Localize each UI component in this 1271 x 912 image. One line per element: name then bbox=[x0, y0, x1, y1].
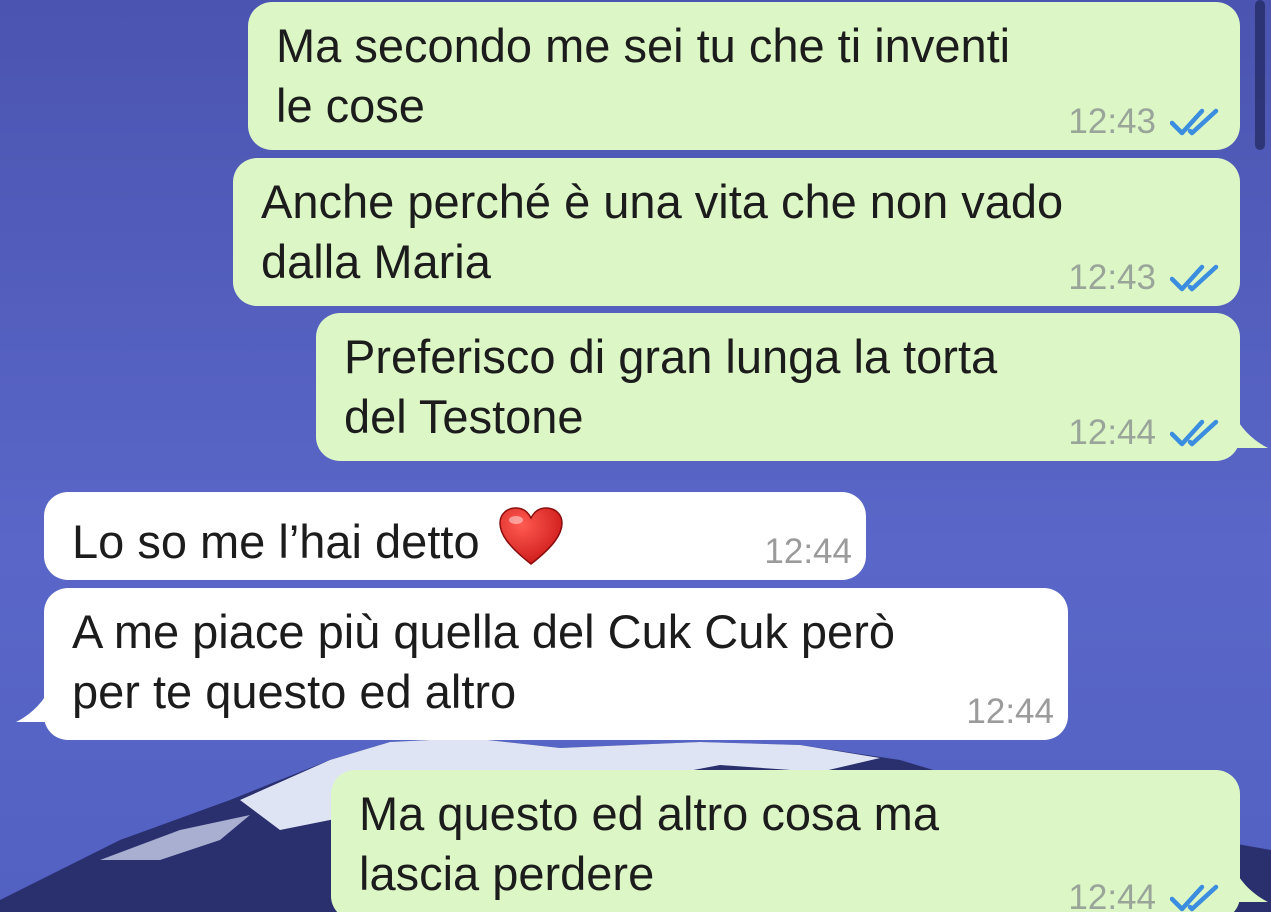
message-text: A me piace più quella del Cuk Cuk però p… bbox=[72, 605, 895, 718]
message-meta: 12:43 bbox=[1068, 258, 1222, 298]
message-meta: 12:44 bbox=[764, 532, 852, 572]
message-meta: 12:44 bbox=[966, 692, 1054, 732]
heart-emoji-icon bbox=[498, 506, 564, 580]
message-text: Lo so me l’hai detto bbox=[72, 515, 480, 568]
message-meta: 12:43 bbox=[1068, 102, 1222, 142]
read-ticks-icon bbox=[1170, 418, 1222, 448]
read-ticks-icon bbox=[1170, 263, 1222, 293]
bubble-tail bbox=[16, 692, 48, 722]
message-time: 12:43 bbox=[1068, 102, 1156, 141]
bubble-tail bbox=[1236, 872, 1268, 902]
message-time: 12:44 bbox=[966, 692, 1054, 731]
read-ticks-icon bbox=[1170, 107, 1222, 137]
message-time: 12:43 bbox=[1068, 258, 1156, 297]
message-bubble-incoming[interactable]: A me piace più quella del Cuk Cuk però p… bbox=[44, 588, 1068, 740]
message-bubble-outgoing[interactable]: Preferisco di gran lunga la torta del Te… bbox=[316, 313, 1240, 461]
read-ticks-icon bbox=[1170, 883, 1222, 912]
bubble-tail bbox=[1236, 418, 1268, 448]
message-meta: 12:44 bbox=[1068, 878, 1222, 912]
message-meta: 12:44 bbox=[1068, 413, 1222, 453]
scrollbar[interactable] bbox=[1255, 0, 1265, 150]
message-bubble-outgoing[interactable]: Ma questo ed altro cosa ma lascia perder… bbox=[331, 770, 1240, 912]
message-bubble-outgoing[interactable]: Anche perché è una vita che non vado dal… bbox=[233, 158, 1240, 306]
message-bubble-incoming[interactable]: Lo so me l’hai detto 12:44 bbox=[44, 492, 866, 580]
message-bubble-outgoing[interactable]: Ma secondo me sei tu che ti inventi le c… bbox=[248, 2, 1240, 150]
message-time: 12:44 bbox=[764, 532, 852, 571]
message-time: 12:44 bbox=[1068, 413, 1156, 452]
message-time: 12:44 bbox=[1068, 878, 1156, 912]
